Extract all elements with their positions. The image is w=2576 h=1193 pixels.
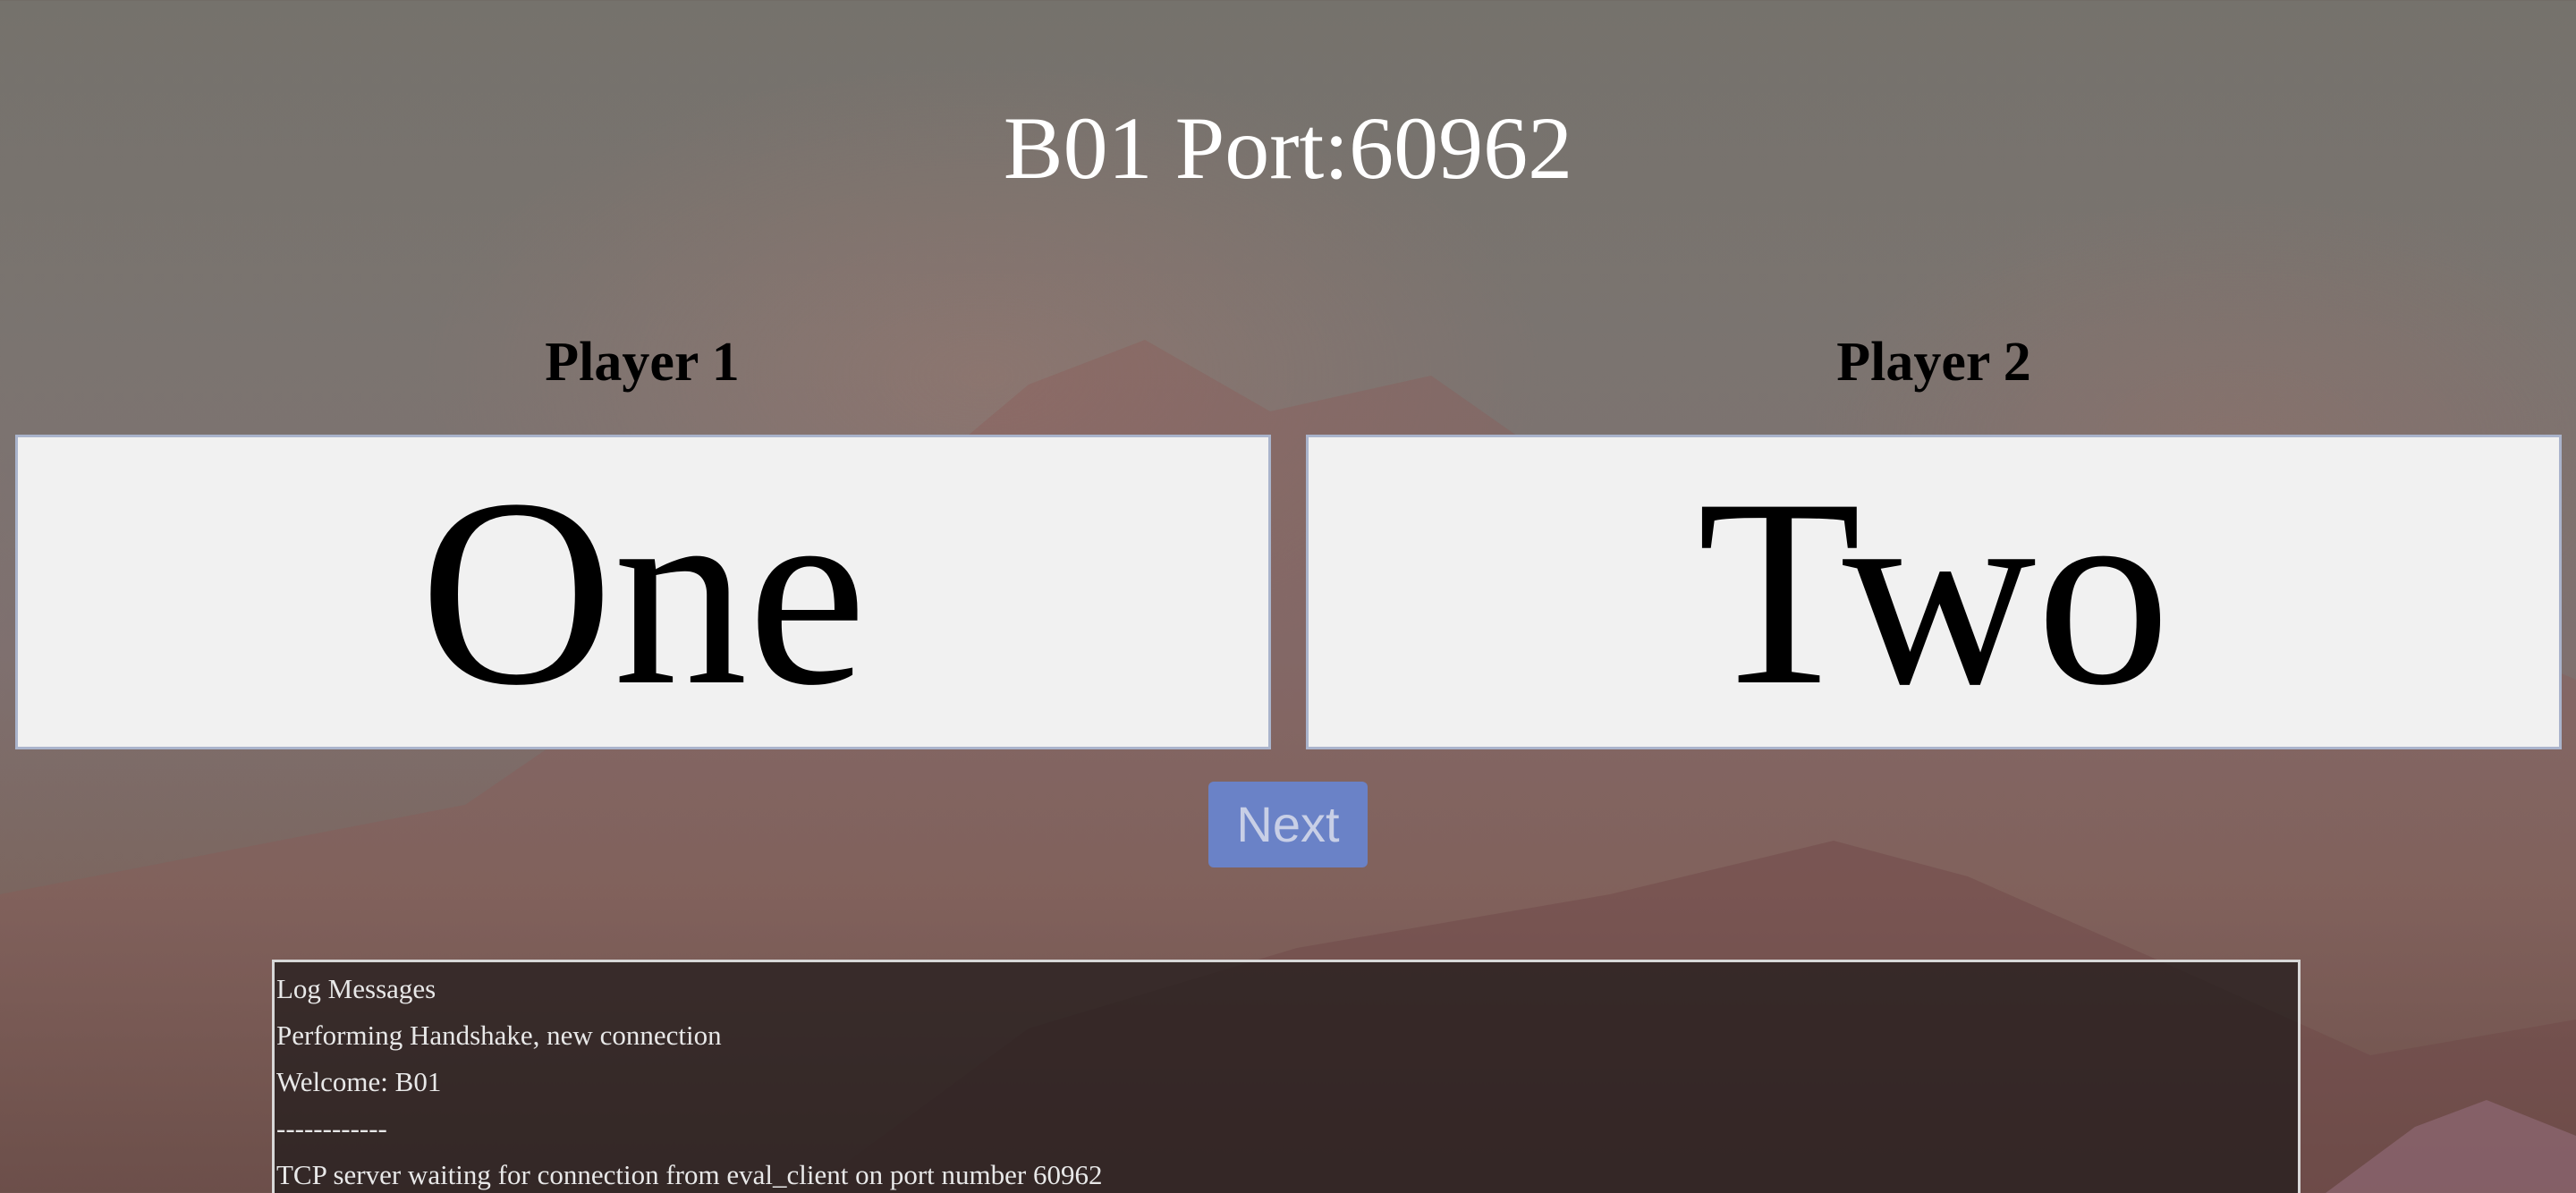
log-message: TCP server waiting for connection from e… [276, 1159, 1103, 1190]
page-title: B01 Port:60962 [1003, 98, 1573, 198]
player-1-display: One [15, 435, 1271, 749]
log-heading: Log Messages [276, 973, 436, 1004]
log-message: Welcome: B01 [276, 1066, 442, 1097]
log-separator: ------------ [276, 1113, 387, 1144]
log-panel: Log Messages Performing Handshake, new c… [272, 960, 2301, 1193]
next-button[interactable]: Next [1208, 782, 1368, 867]
player-2-label: Player 2 [1836, 332, 2031, 393]
game-page: B01 Port:60962 Player 1 Player 2 One Two… [0, 0, 2576, 1193]
player-1-label: Player 1 [545, 332, 740, 393]
log-message: Performing Handshake, new connection [276, 1020, 722, 1051]
player-2-display: Two [1306, 435, 2562, 749]
